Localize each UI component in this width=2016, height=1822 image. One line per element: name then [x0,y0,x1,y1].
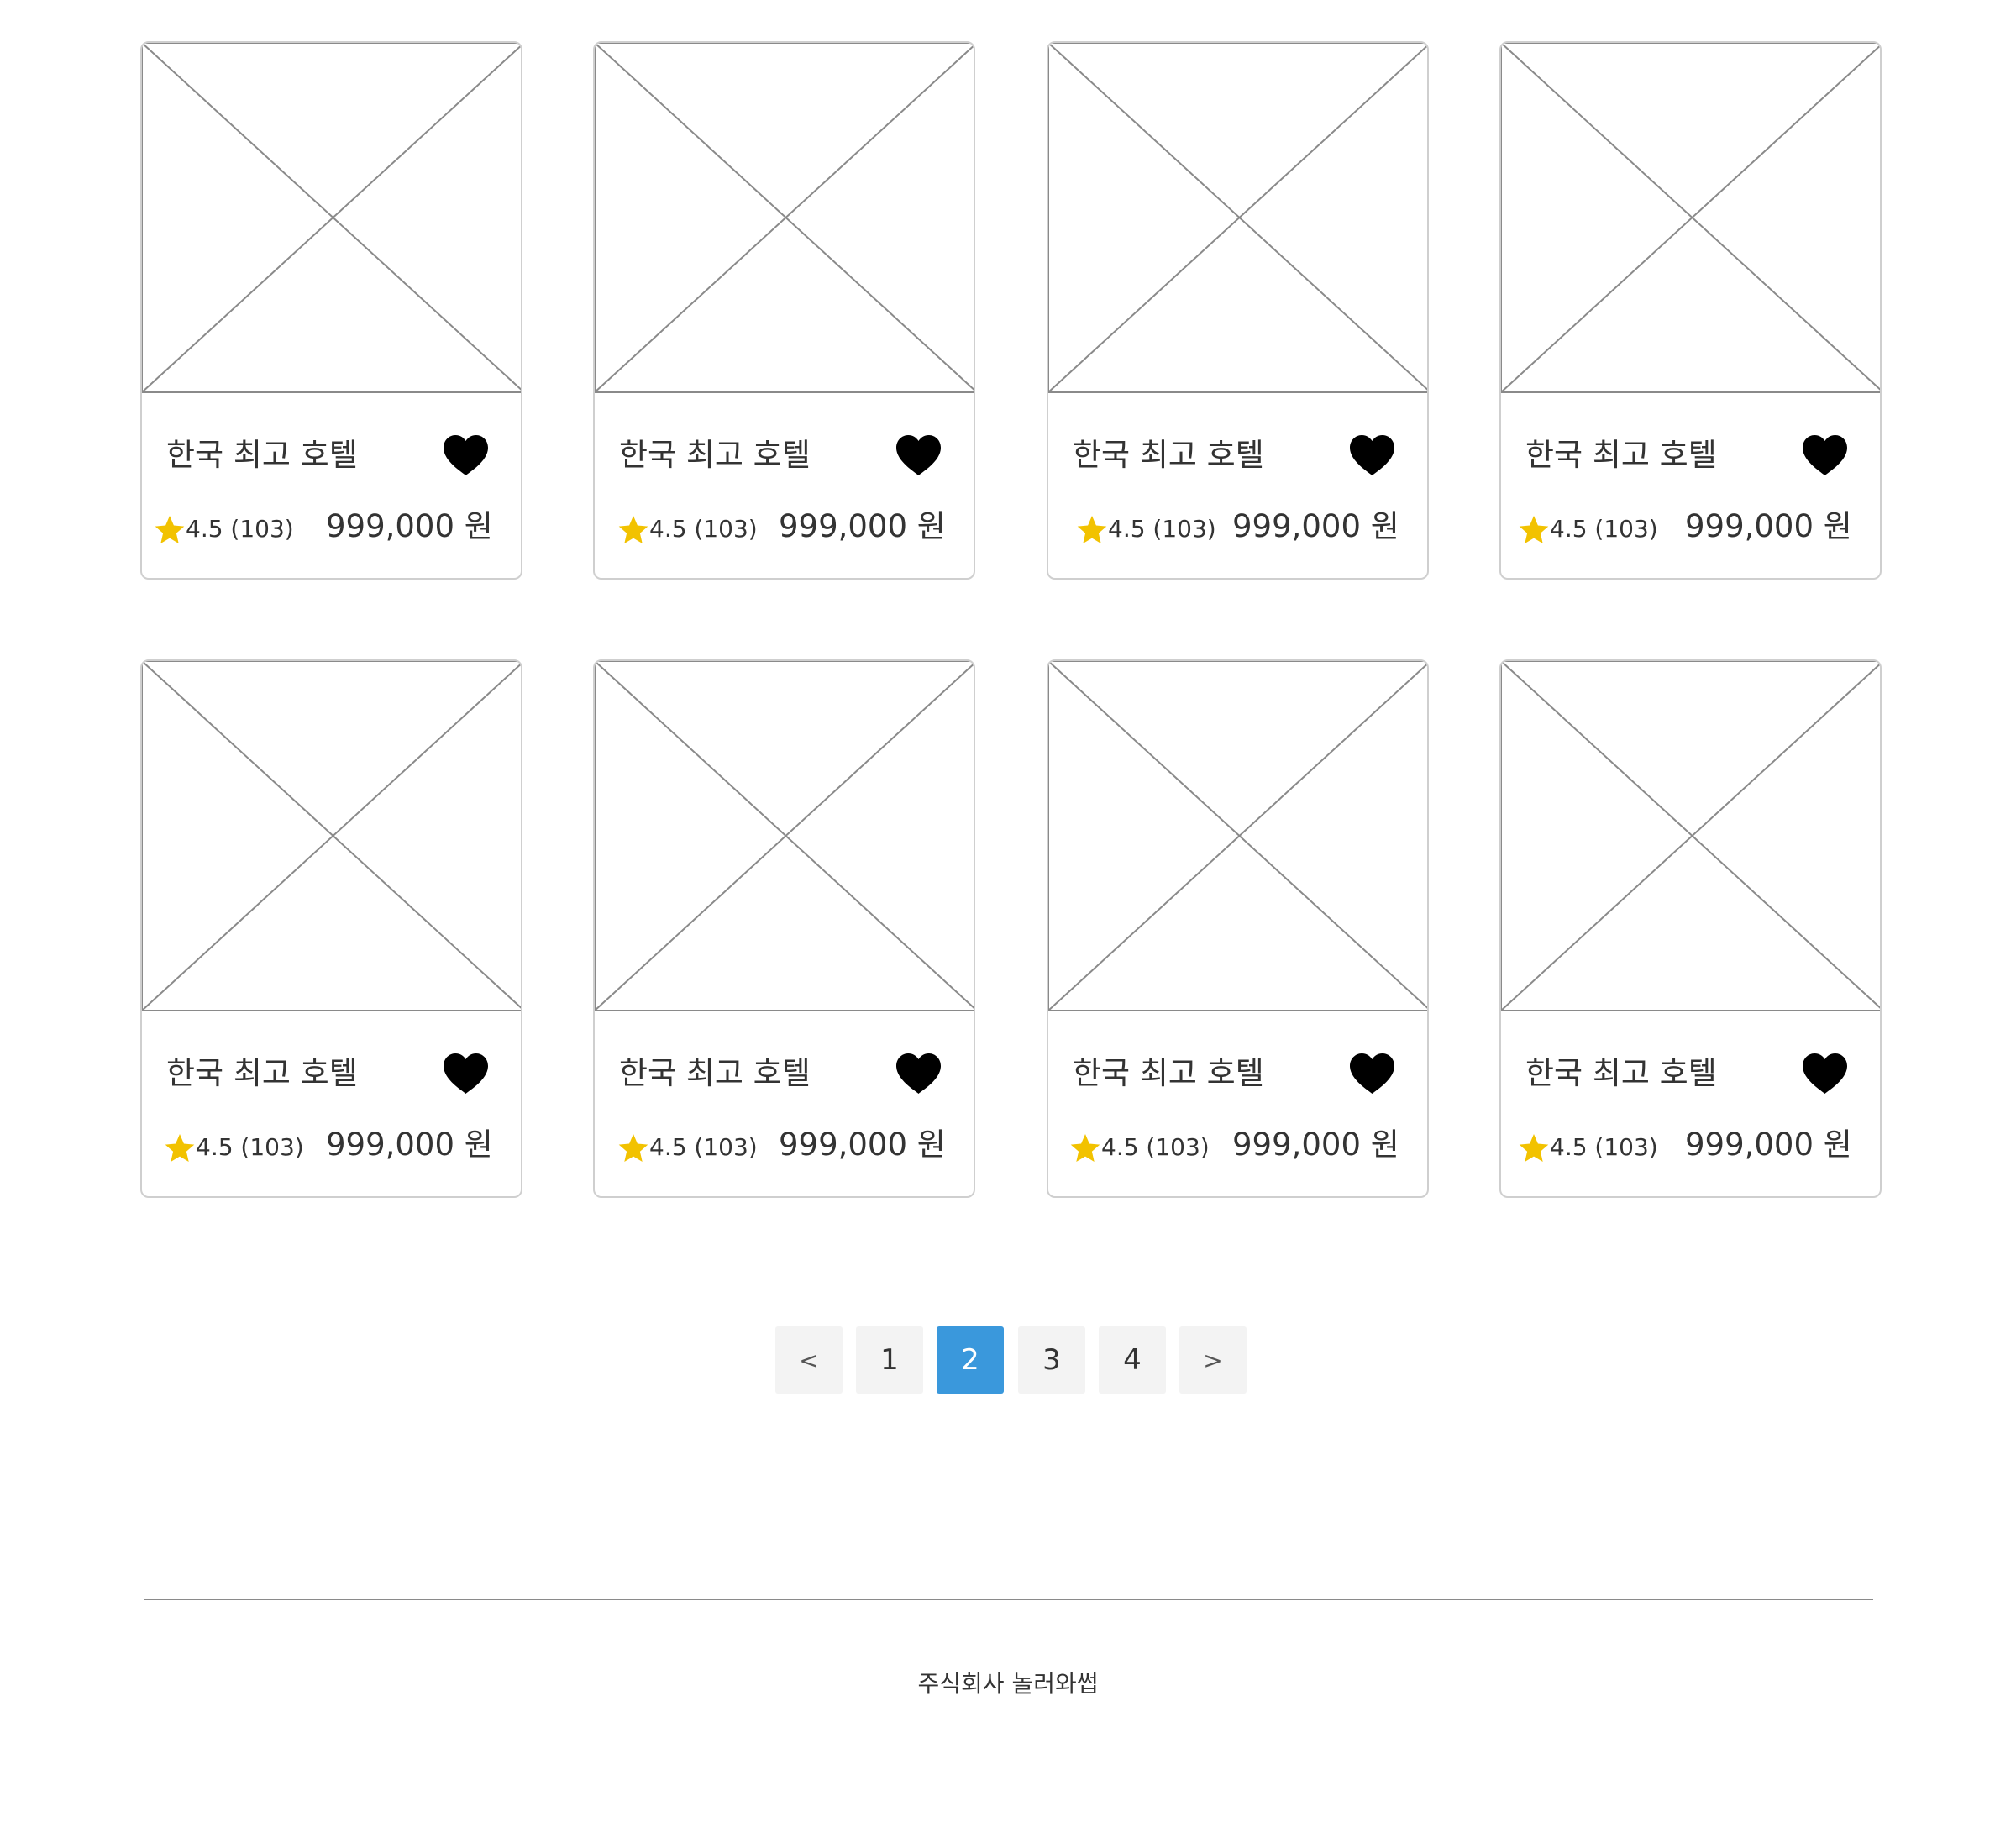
price-text: 999,000 원 [326,1126,493,1163]
heart-icon[interactable] [895,1052,942,1095]
hotel-card[interactable]: 한국 최고 호텔 4.5 (103) 999,000 원 [140,659,522,1198]
image-placeholder-icon [1048,661,1427,1011]
price-text: 999,000 원 [1685,508,1852,544]
heart-icon[interactable] [1801,433,1849,477]
footer-divider [144,1599,1873,1600]
hotel-name: 한국 최고 호텔 [166,1055,358,1091]
rating-text: 4.5 (103) [1550,1133,1658,1161]
rating-text: 4.5 (103) [1101,1133,1210,1161]
hotel-card[interactable]: 한국 최고 호텔 4.5 (103) 999,000 원 [593,41,975,580]
price-text: 999,000 원 [1232,508,1399,544]
star-icon [1519,1133,1549,1163]
hotel-listing-grid: 한국 최고 호텔 4.5 (103) 999,000 원 한국 최고 호텔 4.… [0,0,2016,1210]
image-placeholder-icon [595,661,974,1011]
star-icon [165,1133,195,1163]
pagination: < 1 2 3 4 > [0,1326,2016,1394]
star-icon [618,515,648,545]
price-text: 999,000 원 [326,508,493,544]
page-1-button[interactable]: 1 [856,1326,923,1394]
star-icon [155,515,185,545]
rating-text: 4.5 (103) [196,1133,304,1161]
page-2-button[interactable]: 2 [937,1326,1004,1394]
image-placeholder-icon [595,43,974,393]
heart-icon[interactable] [1348,1052,1396,1095]
footer-company-name: 주식회사 놀러와썹 [917,1670,1099,1698]
hotel-card[interactable]: 한국 최고 호텔 4.5 (103) 999,000 원 [1047,41,1429,580]
hotel-name: 한국 최고 호텔 [166,437,358,473]
prev-page-button[interactable]: < [775,1326,843,1394]
star-icon [1070,1133,1100,1163]
star-icon [1519,515,1549,545]
hotel-card[interactable]: 한국 최고 호텔 4.5 (103) 999,000 원 [1499,41,1882,580]
next-page-button[interactable]: > [1179,1326,1247,1394]
star-icon [618,1133,648,1163]
price-text: 999,000 원 [779,508,946,544]
star-icon [1077,515,1107,545]
hotel-card[interactable]: 한국 최고 호텔 4.5 (103) 999,000 원 [1047,659,1429,1198]
page-4-button[interactable]: 4 [1099,1326,1166,1394]
hotel-card[interactable]: 한국 최고 호텔 4.5 (103) 999,000 원 [1499,659,1882,1198]
rating-text: 4.5 (103) [1108,515,1216,543]
price-text: 999,000 원 [1232,1126,1399,1163]
image-placeholder-icon [142,661,521,1011]
heart-icon[interactable] [895,433,942,477]
hotel-card[interactable]: 한국 최고 호텔 4.5 (103) 999,000 원 [140,41,522,580]
rating-text: 4.5 (103) [186,515,294,543]
image-placeholder-icon [1048,43,1427,393]
rating-text: 4.5 (103) [649,1133,758,1161]
hotel-name: 한국 최고 호텔 [1525,1055,1717,1091]
price-text: 999,000 원 [1685,1126,1852,1163]
heart-icon[interactable] [1348,433,1396,477]
hotel-name: 한국 최고 호텔 [1073,437,1264,473]
rating-text: 4.5 (103) [1550,515,1658,543]
hotel-name: 한국 최고 호텔 [1073,1055,1264,1091]
image-placeholder-icon [1501,43,1880,393]
image-placeholder-icon [1501,661,1880,1011]
hotel-name: 한국 최고 호텔 [619,437,811,473]
heart-icon[interactable] [1801,1052,1849,1095]
hotel-name: 한국 최고 호텔 [1525,437,1717,473]
page-3-button[interactable]: 3 [1018,1326,1085,1394]
hotel-card[interactable]: 한국 최고 호텔 4.5 (103) 999,000 원 [593,659,975,1198]
heart-icon[interactable] [442,1052,490,1095]
hotel-name: 한국 최고 호텔 [619,1055,811,1091]
heart-icon[interactable] [442,433,490,477]
rating-text: 4.5 (103) [649,515,758,543]
image-placeholder-icon [142,43,521,393]
price-text: 999,000 원 [779,1126,946,1163]
